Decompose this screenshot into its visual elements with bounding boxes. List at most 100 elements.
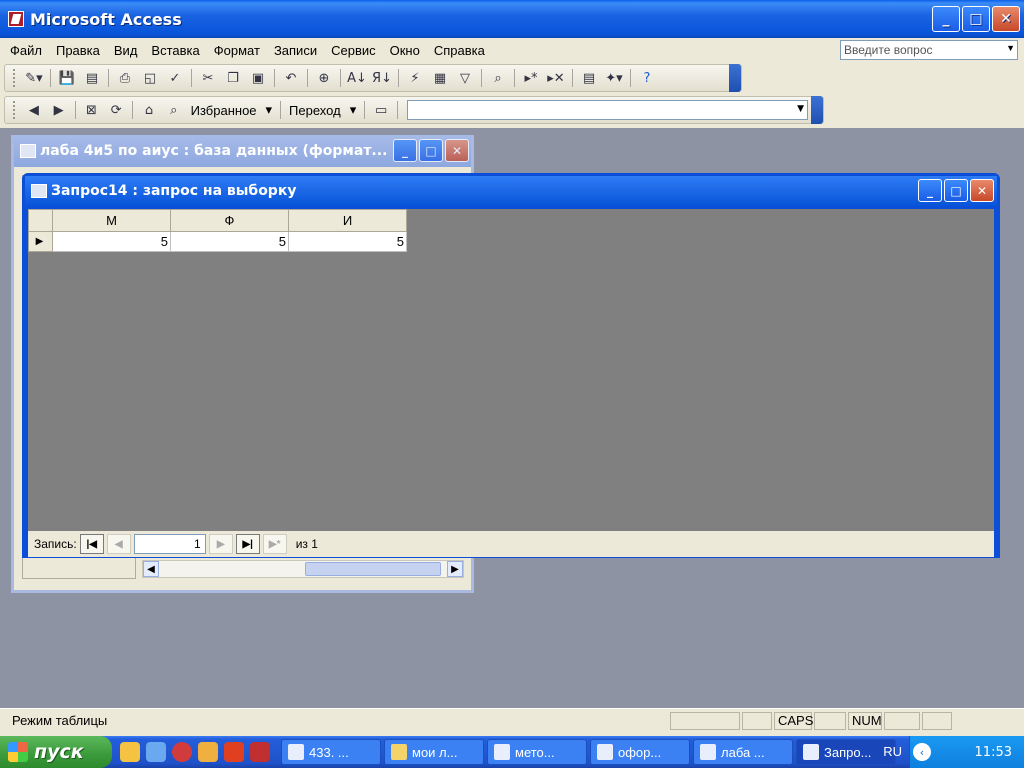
table-cell[interactable]: 5	[52, 231, 171, 252]
column-header[interactable]: Ф	[170, 209, 289, 232]
query-maximize-button[interactable]: □	[944, 179, 968, 202]
horizontal-scrollbar[interactable]: ◀ ▶	[142, 560, 464, 578]
search-files-icon[interactable]: ▤	[81, 67, 103, 89]
table-cell[interactable]: 5	[170, 231, 289, 252]
toolbar-options-icon[interactable]	[811, 96, 823, 124]
database-window-icon[interactable]: ▤	[578, 67, 600, 89]
db-minimize-button[interactable]: _	[393, 139, 417, 162]
minimize-button[interactable]: _	[932, 6, 960, 32]
acrobat-icon[interactable]	[224, 742, 244, 762]
new-record-icon[interactable]: ▸*	[520, 67, 542, 89]
find-icon[interactable]: ⌕	[487, 67, 509, 89]
goto-menu[interactable]: Переход	[286, 103, 344, 118]
undo-icon[interactable]: ↶	[280, 67, 302, 89]
clock[interactable]: 11:53	[975, 745, 1012, 760]
db-close-button[interactable]: ✕	[445, 139, 469, 162]
app-title-bar[interactable]: Microsoft Access _ □ ✕	[0, 0, 1024, 38]
help-icon[interactable]: ?	[636, 67, 658, 89]
address-input[interactable]: ▼	[406, 100, 809, 120]
hyperlink-icon[interactable]: ⊕	[313, 67, 335, 89]
db-maximize-button[interactable]: □	[419, 139, 443, 162]
new-object-icon[interactable]: ✦▾	[603, 67, 625, 89]
menu-help[interactable]: Справка	[434, 43, 485, 58]
current-record-indicator-icon[interactable]: ▶	[28, 231, 53, 252]
select-all-corner[interactable]	[28, 209, 53, 232]
task-button[interactable]: мето...	[487, 739, 587, 765]
flashget-icon[interactable]	[198, 742, 218, 762]
chevron-down-icon[interactable]: ▼	[797, 104, 804, 114]
show-only-web-toolbar-icon[interactable]: ▭	[370, 99, 392, 121]
scroll-left-icon[interactable]: ◀	[143, 561, 159, 577]
menu-edit[interactable]: Правка	[56, 43, 100, 58]
refresh-icon[interactable]: ⟳	[105, 99, 127, 121]
menu-tools[interactable]: Сервис	[331, 43, 376, 58]
next-record-button[interactable]: ▶	[208, 534, 233, 554]
print-icon[interactable]: ⎙	[114, 67, 136, 89]
datasheet-area[interactable]: М Ф И ▶ 5 5 5	[28, 209, 994, 531]
menu-file[interactable]: Файл	[10, 43, 42, 58]
chevron-down-icon[interactable]: ▼	[1006, 43, 1015, 53]
language-indicator[interactable]: RU	[883, 744, 902, 759]
delete-record-icon[interactable]: ▸✕	[545, 67, 567, 89]
last-record-button[interactable]: ▶|	[235, 534, 260, 554]
menu-view[interactable]: Вид	[114, 43, 138, 58]
close-button[interactable]: ✕	[992, 6, 1020, 32]
cut-icon[interactable]: ✂	[197, 67, 219, 89]
chevron-down-icon[interactable]: ▾	[263, 102, 276, 118]
task-button[interactable]: лаба ...	[693, 739, 793, 765]
scroll-right-icon[interactable]: ▶	[447, 561, 463, 577]
menu-window[interactable]: Окно	[390, 43, 420, 58]
start-button[interactable]: пуск	[0, 736, 112, 768]
back-icon[interactable]: ◀	[23, 99, 45, 121]
apply-filter-icon[interactable]: ▽	[454, 67, 476, 89]
task-button-active[interactable]: Запро...	[796, 739, 896, 765]
column-header[interactable]: М	[52, 209, 171, 232]
maximize-button[interactable]: □	[962, 6, 990, 32]
network-icon[interactable]	[146, 742, 166, 762]
query-window-title-bar[interactable]: Запрос14 : запрос на выборку	[25, 176, 997, 206]
favorites-menu[interactable]: Избранное	[188, 103, 260, 118]
record-number-input[interactable]: 1	[133, 534, 206, 554]
toolbar-grip[interactable]	[13, 101, 16, 119]
home-icon[interactable]: ⌂	[138, 99, 160, 121]
toolbar-options-icon[interactable]	[729, 64, 741, 92]
stop-icon[interactable]: ⊠	[81, 99, 103, 121]
sort-descending-icon[interactable]: Я↓	[371, 67, 393, 89]
sort-ascending-icon[interactable]: A↓	[346, 67, 368, 89]
filter-by-selection-icon[interactable]: ⚡	[404, 67, 426, 89]
column-header[interactable]: И	[288, 209, 407, 232]
search-web-icon[interactable]: ⌕	[163, 99, 185, 121]
filter-by-form-icon[interactable]: ▦	[429, 67, 451, 89]
spelling-icon[interactable]: ✓	[164, 67, 186, 89]
help-question-input[interactable]: Введите вопрос ▼	[840, 40, 1018, 60]
paste-icon[interactable]: ▣	[247, 67, 269, 89]
new-record-button[interactable]: ▶*	[262, 534, 287, 554]
help-placeholder: Введите вопрос	[844, 43, 933, 57]
table-cell[interactable]: 5	[288, 231, 407, 252]
chevron-down-icon[interactable]: ▾	[347, 102, 360, 118]
query-close-button[interactable]: ✕	[970, 179, 994, 202]
query-window[interactable]: Запрос14 : запрос на выборку _ □ ✕ М Ф И…	[22, 173, 1000, 558]
forward-icon[interactable]: ▶	[48, 99, 70, 121]
save-icon[interactable]: 💾	[56, 67, 78, 89]
toolbar-grip[interactable]	[13, 69, 16, 87]
query-minimize-button[interactable]: _	[918, 179, 942, 202]
opera-icon[interactable]	[172, 742, 192, 762]
chevron-left-icon[interactable]: ‹	[913, 743, 931, 761]
menu-records[interactable]: Записи	[274, 43, 317, 58]
task-button[interactable]: 433. ...	[281, 739, 381, 765]
app-icon[interactable]	[250, 742, 270, 762]
previous-record-button[interactable]: ◀	[106, 534, 131, 554]
print-preview-icon[interactable]: ◱	[139, 67, 161, 89]
view-icon[interactable]: ✎▾	[23, 67, 45, 89]
table-row[interactable]: ▶ 5 5 5	[28, 231, 407, 252]
menu-insert[interactable]: Вставка	[151, 43, 199, 58]
task-button[interactable]: офор...	[590, 739, 690, 765]
task-button[interactable]: мои л...	[384, 739, 484, 765]
browser-icon[interactable]	[120, 742, 140, 762]
menu-format[interactable]: Формат	[214, 43, 260, 58]
scroll-thumb[interactable]	[305, 562, 441, 576]
first-record-button[interactable]: |◀	[79, 534, 104, 554]
access-app-icon[interactable]	[8, 11, 24, 27]
copy-icon[interactable]: ❐	[222, 67, 244, 89]
